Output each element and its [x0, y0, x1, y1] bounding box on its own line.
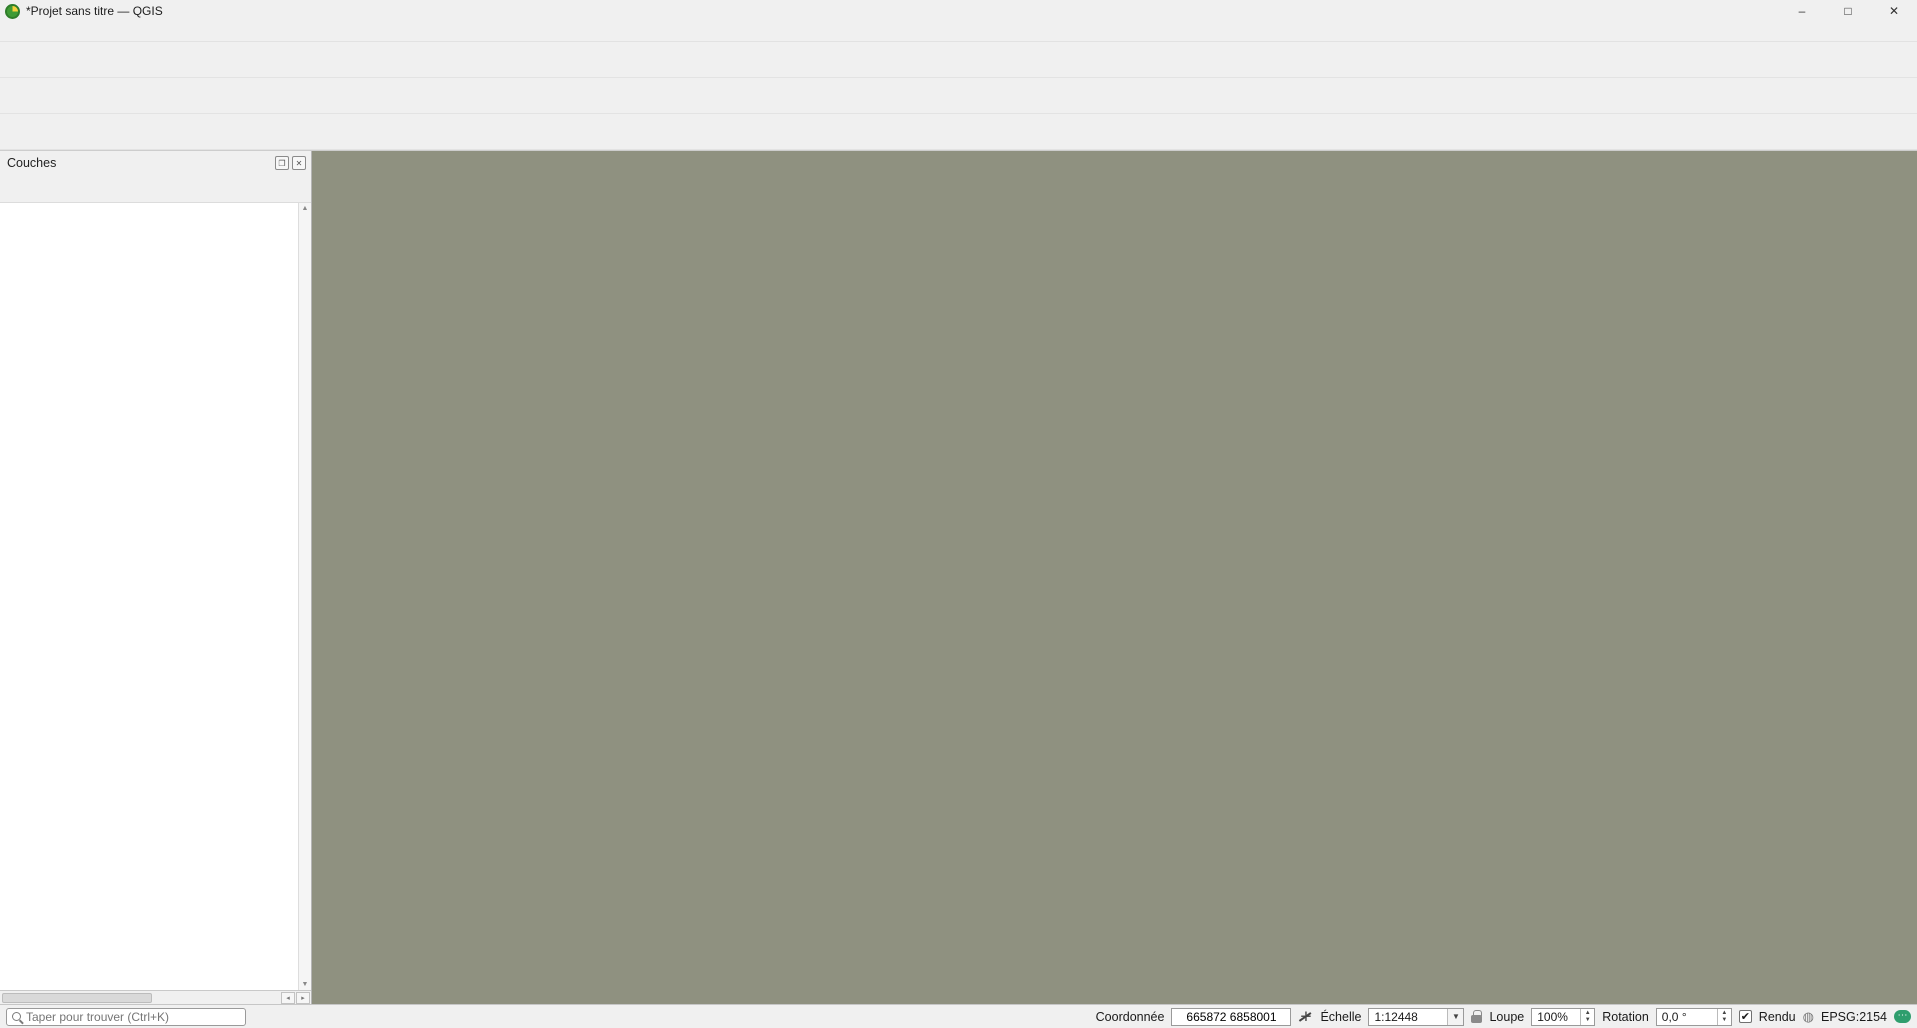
rotation-label: Rotation [1602, 1010, 1649, 1024]
render-checkbox[interactable]: ✔ [1739, 1010, 1752, 1023]
scrollbar-thumb[interactable] [2, 993, 152, 1003]
coordinate-label: Coordonnée [1096, 1010, 1165, 1024]
search-input[interactable] [26, 1010, 240, 1024]
maximize-button[interactable]: □ [1825, 0, 1871, 22]
magnifier-spinner[interactable]: 100% ▲▼ [1531, 1008, 1595, 1026]
window-title: *Projet sans titre — QGIS [26, 4, 163, 18]
layers-panel-toolbar [0, 175, 311, 203]
scroll-right-icon[interactable]: ▸ [296, 992, 310, 1004]
scroll-left-icon[interactable]: ◂ [281, 992, 295, 1004]
minimize-button[interactable]: – [1779, 0, 1825, 22]
menu-bar [0, 22, 1917, 42]
crs-globe-icon: ◍ [1803, 1009, 1814, 1025]
panel-horizontal-scrollbar[interactable]: ◂ ▸ [0, 990, 311, 1004]
title-bar: *Projet sans titre — QGIS – □ ✕ [0, 0, 1917, 22]
spinner-arrows-icon[interactable]: ▲▼ [1717, 1009, 1731, 1025]
scale-value: 1:12448 [1374, 1010, 1417, 1024]
map-canvas[interactable] [312, 151, 1917, 1004]
coordinate-input[interactable] [1172, 1010, 1290, 1024]
status-bar: Coordonnée ✛ Échelle 1:12448 ▼ Loupe 100… [0, 1004, 1917, 1028]
panel-float-icon[interactable]: ❐ [275, 156, 289, 170]
scale-combo[interactable]: 1:12448 ▼ [1368, 1008, 1464, 1026]
coordinate-box[interactable] [1171, 1008, 1291, 1026]
close-button[interactable]: ✕ [1871, 0, 1917, 22]
rotation-value: 0,0 ° [1662, 1010, 1687, 1024]
spinner-arrows-icon[interactable]: ▲▼ [1580, 1009, 1594, 1025]
magnifier-label: Loupe [1489, 1010, 1524, 1024]
scale-label: Échelle [1320, 1010, 1361, 1024]
render-label: Rendu [1759, 1010, 1796, 1024]
layers-panel: Couches ❐ ✕ ▲▼ ◂ ▸ [0, 151, 312, 1004]
messages-icon[interactable] [1894, 1010, 1911, 1023]
panel-vertical-scrollbar[interactable]: ▲▼ [298, 203, 311, 990]
toolbar-row-3 [0, 114, 1917, 150]
locator-search[interactable] [6, 1008, 246, 1026]
panel-close-icon[interactable]: ✕ [292, 156, 306, 170]
rotation-spinner[interactable]: 0,0 ° ▲▼ [1656, 1008, 1732, 1026]
chevron-down-icon[interactable]: ▼ [1447, 1009, 1463, 1025]
layers-panel-title: Couches [7, 156, 56, 170]
layers-tree: ▲▼ [0, 203, 311, 990]
toolbar-row-1 [0, 42, 1917, 78]
scale-lock-icon[interactable] [1471, 1015, 1482, 1023]
toolbar-row-2 [0, 78, 1917, 114]
search-icon [12, 1012, 21, 1021]
qgis-logo-icon [5, 4, 20, 19]
crs-value[interactable]: EPSG:2154 [1821, 1010, 1887, 1024]
magnifier-value: 100% [1537, 1010, 1568, 1024]
mouse-position-icon[interactable]: ✛ [1298, 1009, 1313, 1025]
